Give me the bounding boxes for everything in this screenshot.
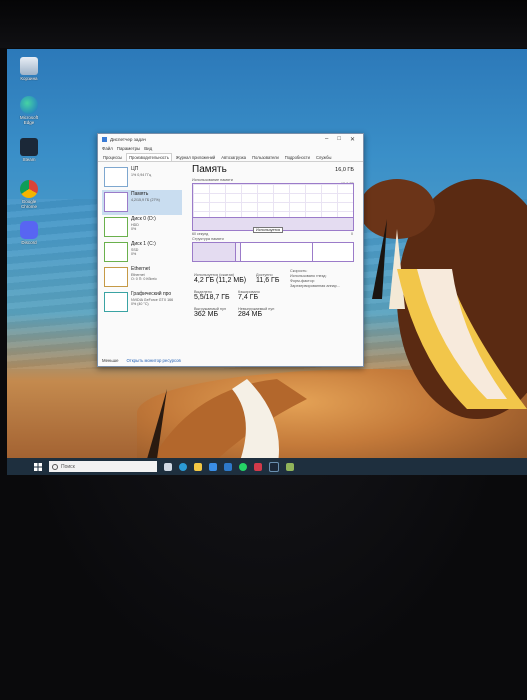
window-footer: Меньше Открыть монитор ресурсов [102, 358, 181, 363]
disk-thumbnail [104, 217, 128, 237]
desktop-icon-label: Discord [21, 240, 37, 245]
ethernet-thumbnail [104, 267, 128, 287]
stat-available: Доступно 11,6 ГБ [256, 273, 279, 284]
mail-icon[interactable] [224, 462, 232, 471]
graph-time-label: 60 секунд [192, 232, 209, 236]
taskbar-search-box[interactable]: Поиск [49, 461, 157, 472]
desktop-icon-chrome[interactable]: Google Chrome [15, 180, 43, 209]
fewer-details-button[interactable]: Меньше [102, 358, 118, 363]
task-manager-icon[interactable] [286, 462, 294, 471]
gpu-thumbnail [104, 292, 128, 312]
stat-value: 11,6 ГБ [256, 277, 280, 284]
resource-sub: 4,2/15,9 ГБ (27%) [131, 197, 160, 202]
cpu-thumbnail [104, 167, 128, 187]
performance-panel: ЦП 1% 0,94 ГГц Память 4,2/15,9 ГБ (27%) … [98, 160, 363, 350]
maximize-button[interactable]: □ [337, 136, 341, 143]
open-resource-monitor-link[interactable]: Открыть монитор ресурсов [126, 358, 180, 363]
windows-logo-icon [34, 462, 42, 471]
graph-tooltip: Используется [253, 227, 284, 233]
desktop-icon-steam[interactable]: Steam [15, 138, 43, 162]
hardware-stats: Скорость: Использовано гнезд: Форм-факто… [290, 269, 340, 289]
stat-reserved: Зарезервированная аппар... [290, 284, 340, 288]
memory-usage-graph: Используется [192, 183, 354, 233]
structure-free [313, 243, 353, 261]
detail-title: Память [192, 164, 227, 175]
wallpaper-bird-left [147, 379, 307, 469]
resource-sub2: 0% [131, 251, 137, 256]
edge-icon [20, 96, 38, 114]
window-title: Диспетчер задач [110, 136, 146, 142]
menu-bar: Файл Параметры Вид [98, 144, 363, 153]
close-button[interactable]: ✕ [350, 136, 355, 143]
monitor-bezel [0, 0, 527, 48]
menu-file[interactable]: Файл [102, 146, 113, 151]
resource-sub: 1% 0,94 ГГц [131, 172, 152, 177]
discord-icon [20, 221, 38, 239]
resource-gpu[interactable]: Графический про NVIDIA GeForce GTX 166 0… [102, 290, 182, 315]
desktop-icon-label: Корзина [20, 76, 38, 81]
edge-icon[interactable] [179, 462, 187, 471]
task-manager-window: Диспетчер задач – □ ✕ Файл Параметры Вид… [97, 133, 364, 367]
chrome-icon [20, 180, 38, 198]
media-icon[interactable] [254, 462, 262, 471]
steam-icon[interactable] [269, 461, 279, 472]
resource-name: Диск 0 (D:) [131, 216, 156, 222]
taskbar: Поиск [7, 458, 527, 475]
resource-sub2: 0% (40 °C) [131, 301, 149, 306]
desktop-icon-edge[interactable]: Microsoft Edge [15, 96, 43, 125]
recycle-bin-icon [20, 57, 38, 75]
memory-stats: Используется (сжатая) 4,2 ГБ (11,2 МБ) Д… [192, 269, 357, 333]
desktop-icon-label: Microsoft Edge [19, 115, 39, 125]
stat-value: 4,2 ГБ (11,2 МБ) [194, 277, 247, 284]
whatsapp-icon[interactable] [239, 462, 247, 471]
stat-in-use: Используется (сжатая) 4,2 ГБ (11,2 МБ) [194, 273, 246, 284]
search-placeholder: Поиск [61, 463, 75, 470]
graph-zero-label: 0 [351, 232, 353, 236]
resource-name: Графический про [131, 291, 172, 297]
resource-name: Диск 1 (C:) [131, 241, 156, 247]
stat-value: 362 МБ [194, 311, 219, 318]
wallpaper-bird-right [359, 179, 527, 419]
stat-value: 5,5/18,7 ГБ [194, 294, 230, 301]
resource-ethernet[interactable]: Ethernet Ethernet О: 0 П: 0 Кбит/с [102, 265, 182, 290]
title-bar: Диспетчер задач – □ ✕ [98, 134, 363, 144]
start-button[interactable] [31, 461, 45, 473]
task-view-icon[interactable] [164, 462, 172, 471]
desktop-icon-recycle-bin[interactable]: Корзина [15, 57, 43, 81]
memory-detail: Память 16,0 ГБ Использование памяти 15,9… [192, 164, 357, 333]
structure-in-use [193, 243, 237, 261]
memory-structure-bar [192, 242, 354, 262]
resource-sub2: 0% [131, 226, 137, 231]
graph-label: Использование памяти [192, 178, 233, 182]
resource-list: ЦП 1% 0,94 ГГц Память 4,2/15,9 ГБ (27%) … [102, 165, 182, 315]
resource-disk-0[interactable]: Диск 0 (D:) HDD 0% [102, 215, 182, 240]
menu-options[interactable]: Параметры [117, 146, 140, 151]
stat-value: 7,4 ГБ [238, 294, 259, 301]
task-manager-icon [102, 136, 107, 142]
stat-committed: Выделено 5,5/18,7 ГБ [194, 290, 230, 301]
structure-standby [241, 243, 313, 261]
stat-paged-pool: Выгружаемый пул 362 МБ [194, 307, 226, 318]
stat-value: 284 МБ [238, 311, 263, 318]
stat-nonpaged-pool: Невыгружаемый пул 284 МБ [238, 307, 274, 318]
resource-memory[interactable]: Память 4,2/15,9 ГБ (27%) [102, 190, 182, 215]
steam-icon [20, 138, 38, 156]
menu-view[interactable]: Вид [144, 146, 152, 151]
store-icon[interactable] [209, 462, 217, 471]
search-icon [52, 463, 58, 470]
resource-cpu[interactable]: ЦП 1% 0,94 ГГц [102, 165, 182, 190]
desktop-icon-discord[interactable]: Discord [15, 221, 43, 245]
disk-thumbnail [104, 242, 128, 262]
resource-sub2: О: 0 П: 0 Кбит/с [131, 276, 157, 281]
desktop-icon-label: Google Chrome [20, 199, 37, 209]
photo-background: Корзина Microsoft Edge Steam Google Chro… [0, 0, 527, 700]
desktop-icon-label: Steam [22, 157, 36, 162]
explorer-icon[interactable] [194, 462, 202, 471]
total-capacity: 16,0 ГБ [335, 167, 354, 173]
memory-thumbnail [104, 192, 128, 212]
stat-cached: Кэшировано 7,4 ГБ [238, 290, 260, 301]
structure-label: Структура памяти [192, 237, 224, 241]
minimize-button[interactable]: – [325, 136, 328, 143]
resource-disk-1[interactable]: Диск 1 (C:) SSD 0% [102, 240, 182, 265]
